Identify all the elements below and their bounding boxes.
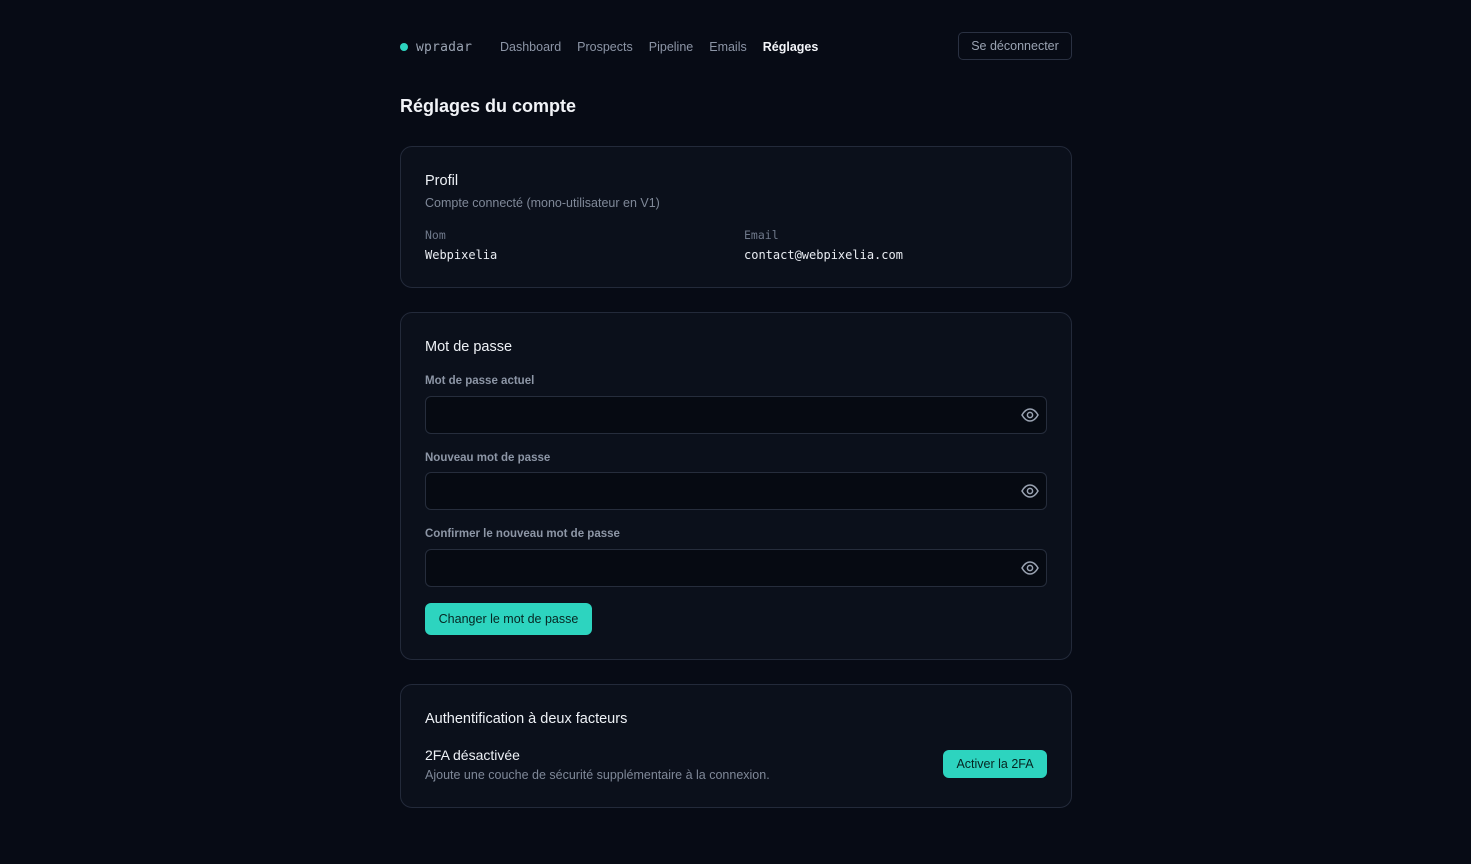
eye-icon[interactable] xyxy=(1020,405,1040,425)
brand-dot-icon xyxy=(400,43,408,51)
profile-email-value: contact@webpixelia.com xyxy=(744,248,903,262)
new-password-input[interactable] xyxy=(426,473,1006,509)
change-password-button[interactable]: Changer le mot de passe xyxy=(425,603,592,635)
two-factor-status: 2FA désactivée xyxy=(425,747,520,763)
nav-item-reglages[interactable]: Réglages xyxy=(763,40,819,54)
two-factor-card: Authentification à deux facteurs 2FA dés… xyxy=(400,684,1072,808)
current-password-label: Mot de passe actuel xyxy=(425,375,535,387)
nav-item-prospects[interactable]: Prospects xyxy=(577,40,633,54)
current-password-field xyxy=(425,396,1047,434)
profile-email-label: Email xyxy=(744,228,779,242)
brand-logo[interactable]: wpradar xyxy=(400,32,472,62)
two-factor-card-title: Authentification à deux facteurs xyxy=(425,711,628,727)
profile-name-label: Nom xyxy=(425,228,446,242)
password-card-title: Mot de passe xyxy=(425,339,513,355)
nav-item-dashboard[interactable]: Dashboard xyxy=(500,40,561,54)
main-nav: Dashboard Prospects Pipeline Emails Régl… xyxy=(500,32,834,62)
logout-button[interactable]: Se déconnecter xyxy=(958,32,1072,60)
profile-name-value: Webpixelia xyxy=(425,248,498,262)
enable-2fa-button[interactable]: Activer la 2FA xyxy=(943,750,1047,778)
top-navigation-bar: wpradar Dashboard Prospects Pipeline Ema… xyxy=(400,32,1072,62)
new-password-label: Nouveau mot de passe xyxy=(425,452,551,464)
nav-item-pipeline[interactable]: Pipeline xyxy=(649,40,693,54)
confirm-password-input[interactable] xyxy=(426,550,1006,586)
page-title: Réglages du compte xyxy=(400,96,577,116)
profile-card: Profil Compte connecté (mono-utilisateur… xyxy=(400,146,1072,288)
password-card: Mot de passe Mot de passe actuel Nouveau… xyxy=(400,312,1072,660)
eye-icon[interactable] xyxy=(1020,558,1040,578)
brand-name: wpradar xyxy=(416,39,473,55)
confirm-password-label: Confirmer le nouveau mot de passe xyxy=(425,528,620,540)
profile-card-title: Profil xyxy=(425,173,459,189)
eye-icon[interactable] xyxy=(1020,481,1040,501)
new-password-field xyxy=(425,472,1047,510)
current-password-input[interactable] xyxy=(426,397,1006,433)
two-factor-description: Ajoute une couche de sécurité supplément… xyxy=(425,768,770,782)
confirm-password-field xyxy=(425,549,1047,587)
nav-item-emails[interactable]: Emails xyxy=(709,40,747,54)
profile-card-subtitle: Compte connecté (mono-utilisateur en V1) xyxy=(425,196,660,210)
